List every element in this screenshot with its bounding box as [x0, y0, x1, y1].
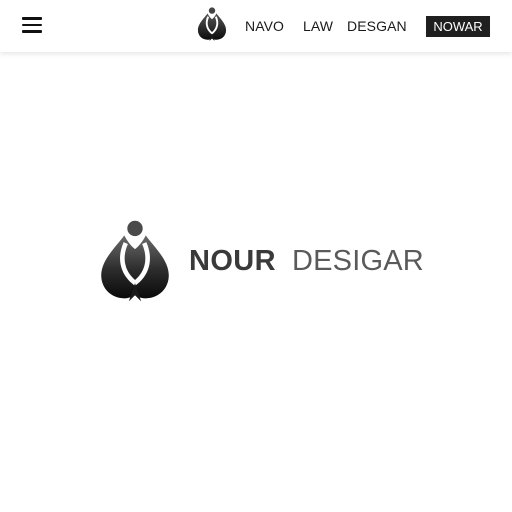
brand-name-secondary: DESIGAR — [292, 245, 424, 277]
nav-link-desgan[interactable]: DESGAN — [347, 18, 407, 34]
hamburger-menu-icon[interactable] — [22, 17, 42, 33]
nowar-cta-button[interactable]: NOWAR — [426, 16, 490, 37]
spade-drop-logo-icon — [101, 220, 169, 302]
nav-link-law[interactable]: LAW — [303, 18, 333, 34]
brand-name-primary: NOUR — [189, 245, 276, 277]
top-navigation-bar: NAVO LAW DESGAN NOWAR — [0, 0, 512, 52]
nav-link-navo[interactable]: NAVO — [245, 18, 284, 34]
spade-drop-logo-icon[interactable] — [196, 7, 228, 43]
